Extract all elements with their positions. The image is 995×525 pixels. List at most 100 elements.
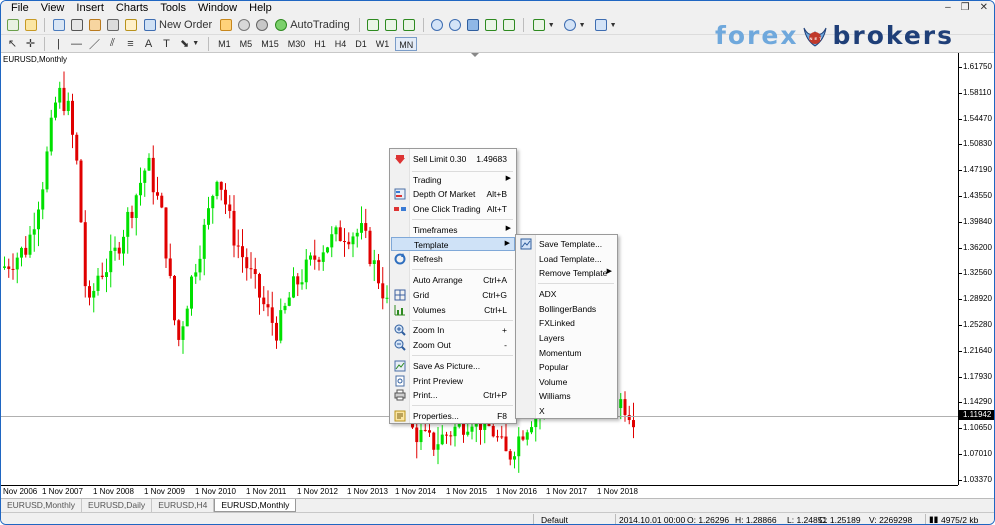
terminal-button[interactable] (105, 18, 120, 33)
market-button[interactable] (236, 18, 251, 33)
bullish-candle (372, 260, 376, 265)
menu-item-auto-arrange[interactable]: Auto Arrange Ctrl+A (391, 273, 515, 287)
bearish-candle (508, 451, 512, 460)
text-button[interactable]: A (141, 36, 156, 51)
timeframe-m5[interactable]: M5 (237, 37, 256, 51)
status-close: C: 1.25189 (819, 515, 861, 525)
bullish-candle (470, 426, 474, 432)
menu-item-refresh[interactable]: Refresh (391, 252, 515, 266)
meta-editor-button[interactable] (218, 18, 233, 33)
menu-item-print-preview[interactable]: Print Preview (391, 374, 515, 388)
template-item-williams[interactable]: Williams (517, 389, 616, 403)
text-label-button[interactable]: T (159, 36, 174, 51)
chevron-down-icon: ▼ (192, 40, 200, 47)
new-chart-button[interactable] (5, 18, 20, 33)
template-item-volume[interactable]: Volume (517, 375, 616, 389)
menu-item-timeframes[interactable]: Timeframes ▶ (391, 223, 515, 237)
crosshair-button[interactable]: ✛ (23, 36, 38, 51)
bullish-candle (96, 275, 100, 291)
template-item-x[interactable]: X (517, 404, 616, 418)
menu-item-one-click-trading[interactable]: One Click Trading Alt+T (391, 202, 515, 216)
chart-shift-marker[interactable] (471, 53, 479, 57)
menu-item-zoom-out[interactable]: Zoom Out - (391, 338, 515, 352)
bar-chart-button[interactable] (366, 18, 381, 33)
tab-eurusd-monthly[interactable]: EURUSD,Monthly (1, 499, 83, 512)
menu-window[interactable]: Window (192, 1, 243, 16)
template-item-adx[interactable]: ADX (517, 287, 616, 301)
fibonacci-button[interactable]: ≡ (123, 36, 138, 51)
template-item-bollingerbands[interactable]: BollingerBands (517, 302, 616, 316)
data-window-button[interactable] (87, 18, 102, 33)
menu-item-zoom-in[interactable]: Zoom In + (391, 323, 515, 337)
menu-file[interactable]: File (5, 1, 35, 16)
menu-view[interactable]: View (35, 1, 71, 16)
menu-item-label: Load Template... (539, 254, 602, 264)
menu-help[interactable]: Help (243, 1, 278, 16)
tile-windows-button[interactable] (466, 18, 481, 33)
timeframe-m1[interactable]: M1 (215, 37, 234, 51)
timeframe-m30[interactable]: M30 (285, 37, 309, 51)
minimize-icon[interactable]: – (945, 2, 951, 13)
restore-icon[interactable]: ❐ (961, 2, 970, 13)
menu-item-label: Volume (539, 377, 568, 387)
tester-button[interactable] (123, 18, 138, 33)
templates-button[interactable]: ▼ (592, 18, 620, 33)
time-tick-label: 1 Nov 2010 (195, 487, 236, 496)
periods-button[interactable]: ▼ (561, 18, 589, 33)
menu-item-trading[interactable]: Trading ▶ (391, 173, 515, 187)
navigator-button[interactable] (69, 18, 84, 33)
bearish-candle (245, 257, 249, 269)
menu-item-grid[interactable]: Grid Ctrl+G (391, 288, 515, 302)
vertical-line-button[interactable]: | (51, 36, 66, 51)
menu-item-print[interactable]: Print... Ctrl+P (391, 388, 515, 402)
timeframe-mn[interactable]: MN (395, 36, 418, 51)
menu-tools[interactable]: Tools (154, 1, 192, 16)
menu-item-save-as-picture[interactable]: Save As Picture... (391, 359, 515, 373)
menu-item-remove-template[interactable]: Remove Template ▶ (517, 266, 616, 280)
timeframe-m15[interactable]: M15 (258, 37, 282, 51)
template-item-popular[interactable]: Popular (517, 360, 616, 374)
market-watch-button[interactable] (51, 18, 66, 33)
menu-item-volumes[interactable]: Volumes Ctrl+L (391, 303, 515, 317)
bullish-candle (517, 436, 521, 457)
template-item-fxlinked[interactable]: FXLinked (517, 316, 616, 330)
autotrading-button[interactable]: AutoTrading (272, 18, 353, 33)
horizontal-line-button[interactable]: — (69, 36, 84, 51)
template-item-layers[interactable]: Layers (517, 331, 616, 345)
new-order-button[interactable]: New Order (141, 18, 215, 33)
channel-button[interactable]: ⫽ (105, 36, 120, 51)
time-axis[interactable]: Nov 2006 1 Nov 2007 1 Nov 2008 1 Nov 2009 1 … (1, 485, 958, 498)
menu-item-save-template[interactable]: Save Template... (517, 237, 616, 251)
timeframe-h4[interactable]: H4 (332, 37, 350, 51)
template-item-momentum[interactable]: Momentum (517, 346, 616, 360)
menu-item-depth-of-market[interactable]: Depth Of Market Alt+B (391, 187, 515, 201)
candlestick-button[interactable] (384, 18, 399, 33)
tab-eurusd-daily[interactable]: EURUSD,Daily (82, 499, 153, 512)
status-open: O: 1.26296 (687, 515, 730, 525)
zoom-out-button[interactable] (448, 18, 463, 33)
menu-item-sell-limit[interactable]: Sell Limit 0.30 1.49683 (391, 152, 515, 166)
zoom-in-button[interactable] (430, 18, 445, 33)
menu-item-template[interactable]: Template ▶ (391, 237, 515, 251)
timeframe-d1[interactable]: D1 (352, 37, 370, 51)
line-chart-button[interactable] (402, 18, 417, 33)
time-tick-label: 1 Nov 2018 (597, 487, 638, 496)
trendline-button[interactable]: ／ (87, 36, 102, 51)
signals-button[interactable] (254, 18, 269, 33)
price-axis[interactable]: 1.61750 1.58110 1.54470 1.50830 1.47190 1.435… (958, 53, 994, 485)
tab-eurusd-h4[interactable]: EURUSD,H4 (152, 499, 215, 512)
chart-shift-button[interactable] (484, 18, 499, 33)
timeframe-w1[interactable]: W1 (373, 37, 393, 51)
menu-charts[interactable]: Charts (110, 1, 154, 16)
close-icon[interactable]: ✕ (980, 2, 988, 13)
auto-scroll-button[interactable] (502, 18, 517, 33)
menu-insert[interactable]: Insert (70, 1, 110, 16)
tab-eurusd-monthly-active[interactable]: EURUSD,Monthly (214, 499, 297, 512)
menu-item-load-template[interactable]: Load Template... (517, 252, 616, 266)
profiles-button[interactable] (23, 18, 38, 33)
indicators-button[interactable]: ▼ (530, 18, 558, 33)
arrows-button[interactable]: ⬊ ▼ (177, 36, 202, 51)
timeframe-h1[interactable]: H1 (311, 37, 329, 51)
menu-item-properties[interactable]: Properties... F8 (391, 409, 515, 423)
cursor-button[interactable]: ↖ (5, 36, 20, 51)
